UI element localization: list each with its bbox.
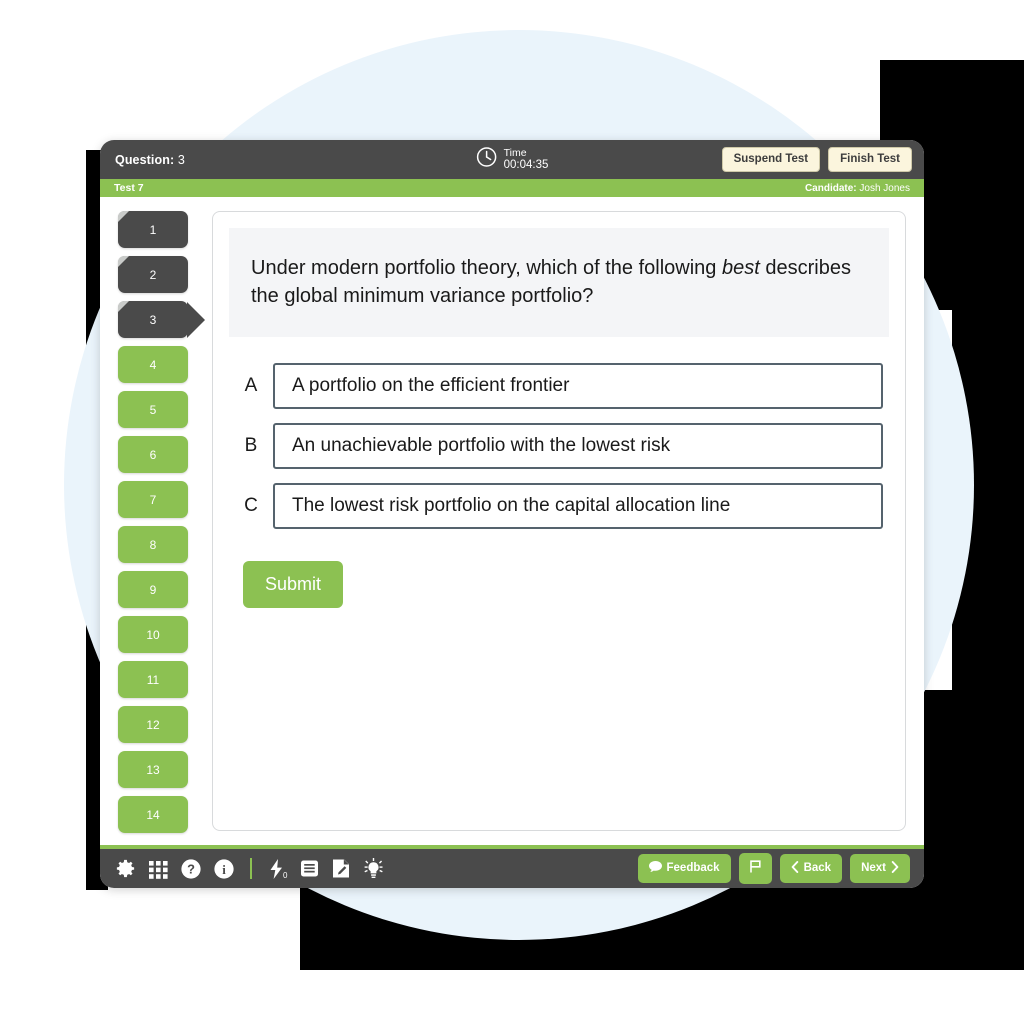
question-counter-label: Question: <box>115 152 175 167</box>
svg-text:i: i <box>222 863 226 877</box>
question-stem-text: Under modern portfolio theory, which of … <box>251 254 867 311</box>
candidate-info: Candidate: Josh Jones <box>805 183 910 194</box>
flag-button[interactable] <box>738 853 772 884</box>
nav-item-11[interactable]: 11 <box>118 661 188 698</box>
timer-value: 00:04:35 <box>503 158 549 171</box>
lightning-bolt-icon[interactable]: 0 <box>267 858 288 880</box>
answer-option-c[interactable]: C The lowest risk portfolio on the capita… <box>243 482 883 529</box>
nav-item-2[interactable]: 2 <box>118 256 188 293</box>
answer-option-b[interactable]: B An unachievable portfolio with the lowe… <box>243 422 883 469</box>
stem-emphasis: best <box>722 257 760 279</box>
back-button[interactable]: Back <box>779 853 843 884</box>
stem-part-one: Under modern portfolio theory, which of … <box>251 257 722 279</box>
settings-gear-icon[interactable] <box>114 857 137 880</box>
nav-item-label: 13 <box>146 762 160 777</box>
option-letter: B <box>244 434 258 456</box>
feedback-button[interactable]: Feedback <box>637 853 731 884</box>
nav-item-label: 6 <box>149 447 157 462</box>
nav-item-13[interactable]: 13 <box>118 751 188 788</box>
option-text-box[interactable]: A portfolio on the efficient frontier <box>273 362 883 409</box>
question-stem-box: Under modern portfolio theory, which of … <box>229 228 889 337</box>
question-counter-value: 3 <box>177 152 185 167</box>
timer-label: Time <box>503 146 527 159</box>
footer-actions: Feedback Back Next <box>637 853 910 884</box>
exam-header: Question: 3 Time 00:04:35 Suspend Test F… <box>100 140 924 179</box>
nav-item-9[interactable]: 9 <box>118 571 188 608</box>
nav-item-14[interactable]: 14 <box>118 796 188 833</box>
nav-item-label: 11 <box>146 672 160 687</box>
nav-item-label: 10 <box>146 627 160 642</box>
nav-item-3[interactable]: 3 <box>118 301 188 338</box>
help-question-icon[interactable]: ? <box>180 858 202 880</box>
nav-item-label: 7 <box>149 492 157 507</box>
option-letter: C <box>244 494 258 516</box>
nav-item-label: 1 <box>149 222 157 237</box>
question-counter: Question: 3 <box>115 153 185 167</box>
test-name: Test 7 <box>114 182 144 194</box>
question-navigation-rail: 1 2 3 4 5 6 7 8 9 10 11 12 13 14 <box>100 211 210 845</box>
nav-item-label: 3 <box>149 312 157 327</box>
nav-item-label: 9 <box>149 582 157 597</box>
nav-item-label: 8 <box>149 537 157 552</box>
question-content-panel: Under modern portfolio theory, which of … <box>212 211 906 831</box>
finish-test-button[interactable]: Finish Test <box>828 146 912 173</box>
clock-icon <box>476 146 498 173</box>
feedback-button-label: Feedback <box>666 861 720 874</box>
next-button[interactable]: Next <box>850 853 910 884</box>
info-icon[interactable]: i <box>213 858 235 880</box>
exam-subheader: Test 7 Candidate: Josh Jones <box>100 179 924 197</box>
lightbulb-icon[interactable] <box>362 857 385 880</box>
nav-item-8[interactable]: 8 <box>118 526 188 563</box>
nav-item-5[interactable]: 5 <box>118 391 188 428</box>
candidate-label: Candidate: <box>804 182 857 194</box>
nav-item-4[interactable]: 4 <box>118 346 188 383</box>
chevron-right-icon <box>891 860 899 877</box>
footer-divider <box>250 858 252 879</box>
exam-body: 1 2 3 4 5 6 7 8 9 10 11 12 13 14 Under modern portfol… <box>100 197 924 845</box>
svg-text:?: ? <box>187 861 195 876</box>
nav-item-7[interactable]: 7 <box>118 481 188 518</box>
nav-item-1[interactable]: 1 <box>118 211 188 248</box>
header-actions: Suspend Test Finish Test <box>721 146 912 173</box>
speech-bubble-icon <box>648 860 662 877</box>
nav-item-label: 14 <box>146 807 160 822</box>
nav-item-label: 4 <box>149 357 157 372</box>
answer-options: AA portfolio on the efficient frontier B A… <box>229 362 889 529</box>
option-text-box[interactable]: An unachievable portfolio with the lowes… <box>273 422 883 469</box>
back-button-label: Back <box>803 861 832 874</box>
exam-window: Question: 3 Time 00:04:35 Suspend Test F… <box>100 140 924 888</box>
grid-icon[interactable] <box>148 858 169 879</box>
candidate-name: Josh Jones <box>859 182 910 194</box>
nav-item-12[interactable]: 12 <box>118 706 188 743</box>
suspend-test-button[interactable]: Suspend Test <box>721 146 821 173</box>
chevron-left-icon <box>791 860 799 877</box>
option-text-box[interactable]: The lowest risk portfolio on the capital… <box>273 482 883 529</box>
document-pencil-icon[interactable] <box>331 858 351 879</box>
exam-timer: Time 00:04:35 <box>476 146 549 173</box>
next-button-label: Next <box>861 861 886 874</box>
nav-item-6[interactable]: 6 <box>118 436 188 473</box>
footer-tools: ? i 0 <box>114 857 385 880</box>
nav-item-label: 12 <box>146 717 160 732</box>
nav-item-label: 5 <box>149 402 157 417</box>
flag-icon <box>748 859 763 878</box>
option-letter: A <box>244 374 258 396</box>
book-icon[interactable] <box>299 858 320 879</box>
svg-text:0: 0 <box>283 871 288 880</box>
nav-item-10[interactable]: 10 <box>118 616 188 653</box>
exam-footer: ? i 0 Feedback Back Next <box>100 849 924 888</box>
answer-option-a[interactable]: A A portfolio on the efficient frontier <box>243 362 883 409</box>
nav-item-label: 2 <box>149 267 157 282</box>
submit-button[interactable]: Submit <box>243 560 344 608</box>
